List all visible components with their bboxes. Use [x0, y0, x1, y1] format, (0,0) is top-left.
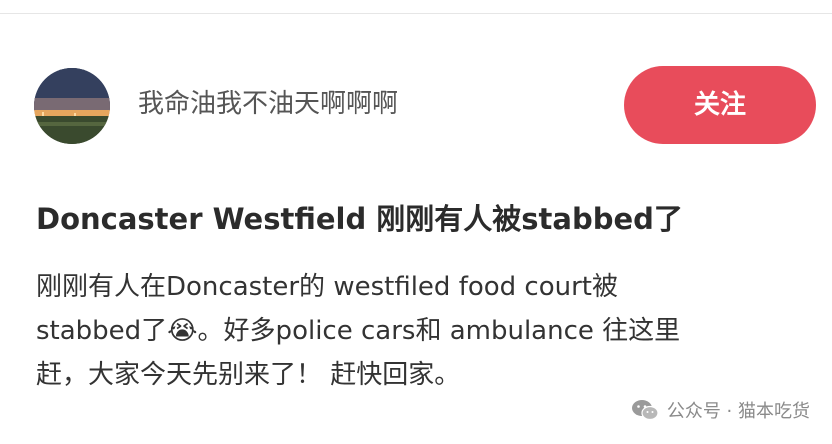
author-row: 我命油我不油天啊啊啊 关注: [34, 66, 816, 144]
author-name[interactable]: 我命油我不油天啊啊啊: [138, 86, 398, 122]
post-body-line: 赶，大家今天先别来了！ 赶快回家。: [36, 360, 461, 390]
post-body-line: 刚刚有人在Doncaster的 westfiled food court被: [36, 272, 618, 302]
watermark: 公众号 · 猫本吃货: [631, 396, 810, 424]
top-divider: [0, 13, 832, 14]
wechat-icon: [631, 400, 659, 421]
post-body-line: stabbed了😭。好多police cars和 ambulance 往这里: [36, 316, 681, 346]
post-title: Doncaster Westfield 刚刚有人被stabbed了: [36, 202, 683, 236]
watermark-text: 公众号 · 猫本吃货: [666, 401, 810, 422]
avatar[interactable]: [34, 68, 110, 144]
sunset-field-avatar-icon: [34, 68, 110, 144]
follow-button[interactable]: 关注: [624, 66, 816, 144]
post-body: 刚刚有人在Doncaster的 westfiled food court被 st…: [36, 265, 806, 397]
